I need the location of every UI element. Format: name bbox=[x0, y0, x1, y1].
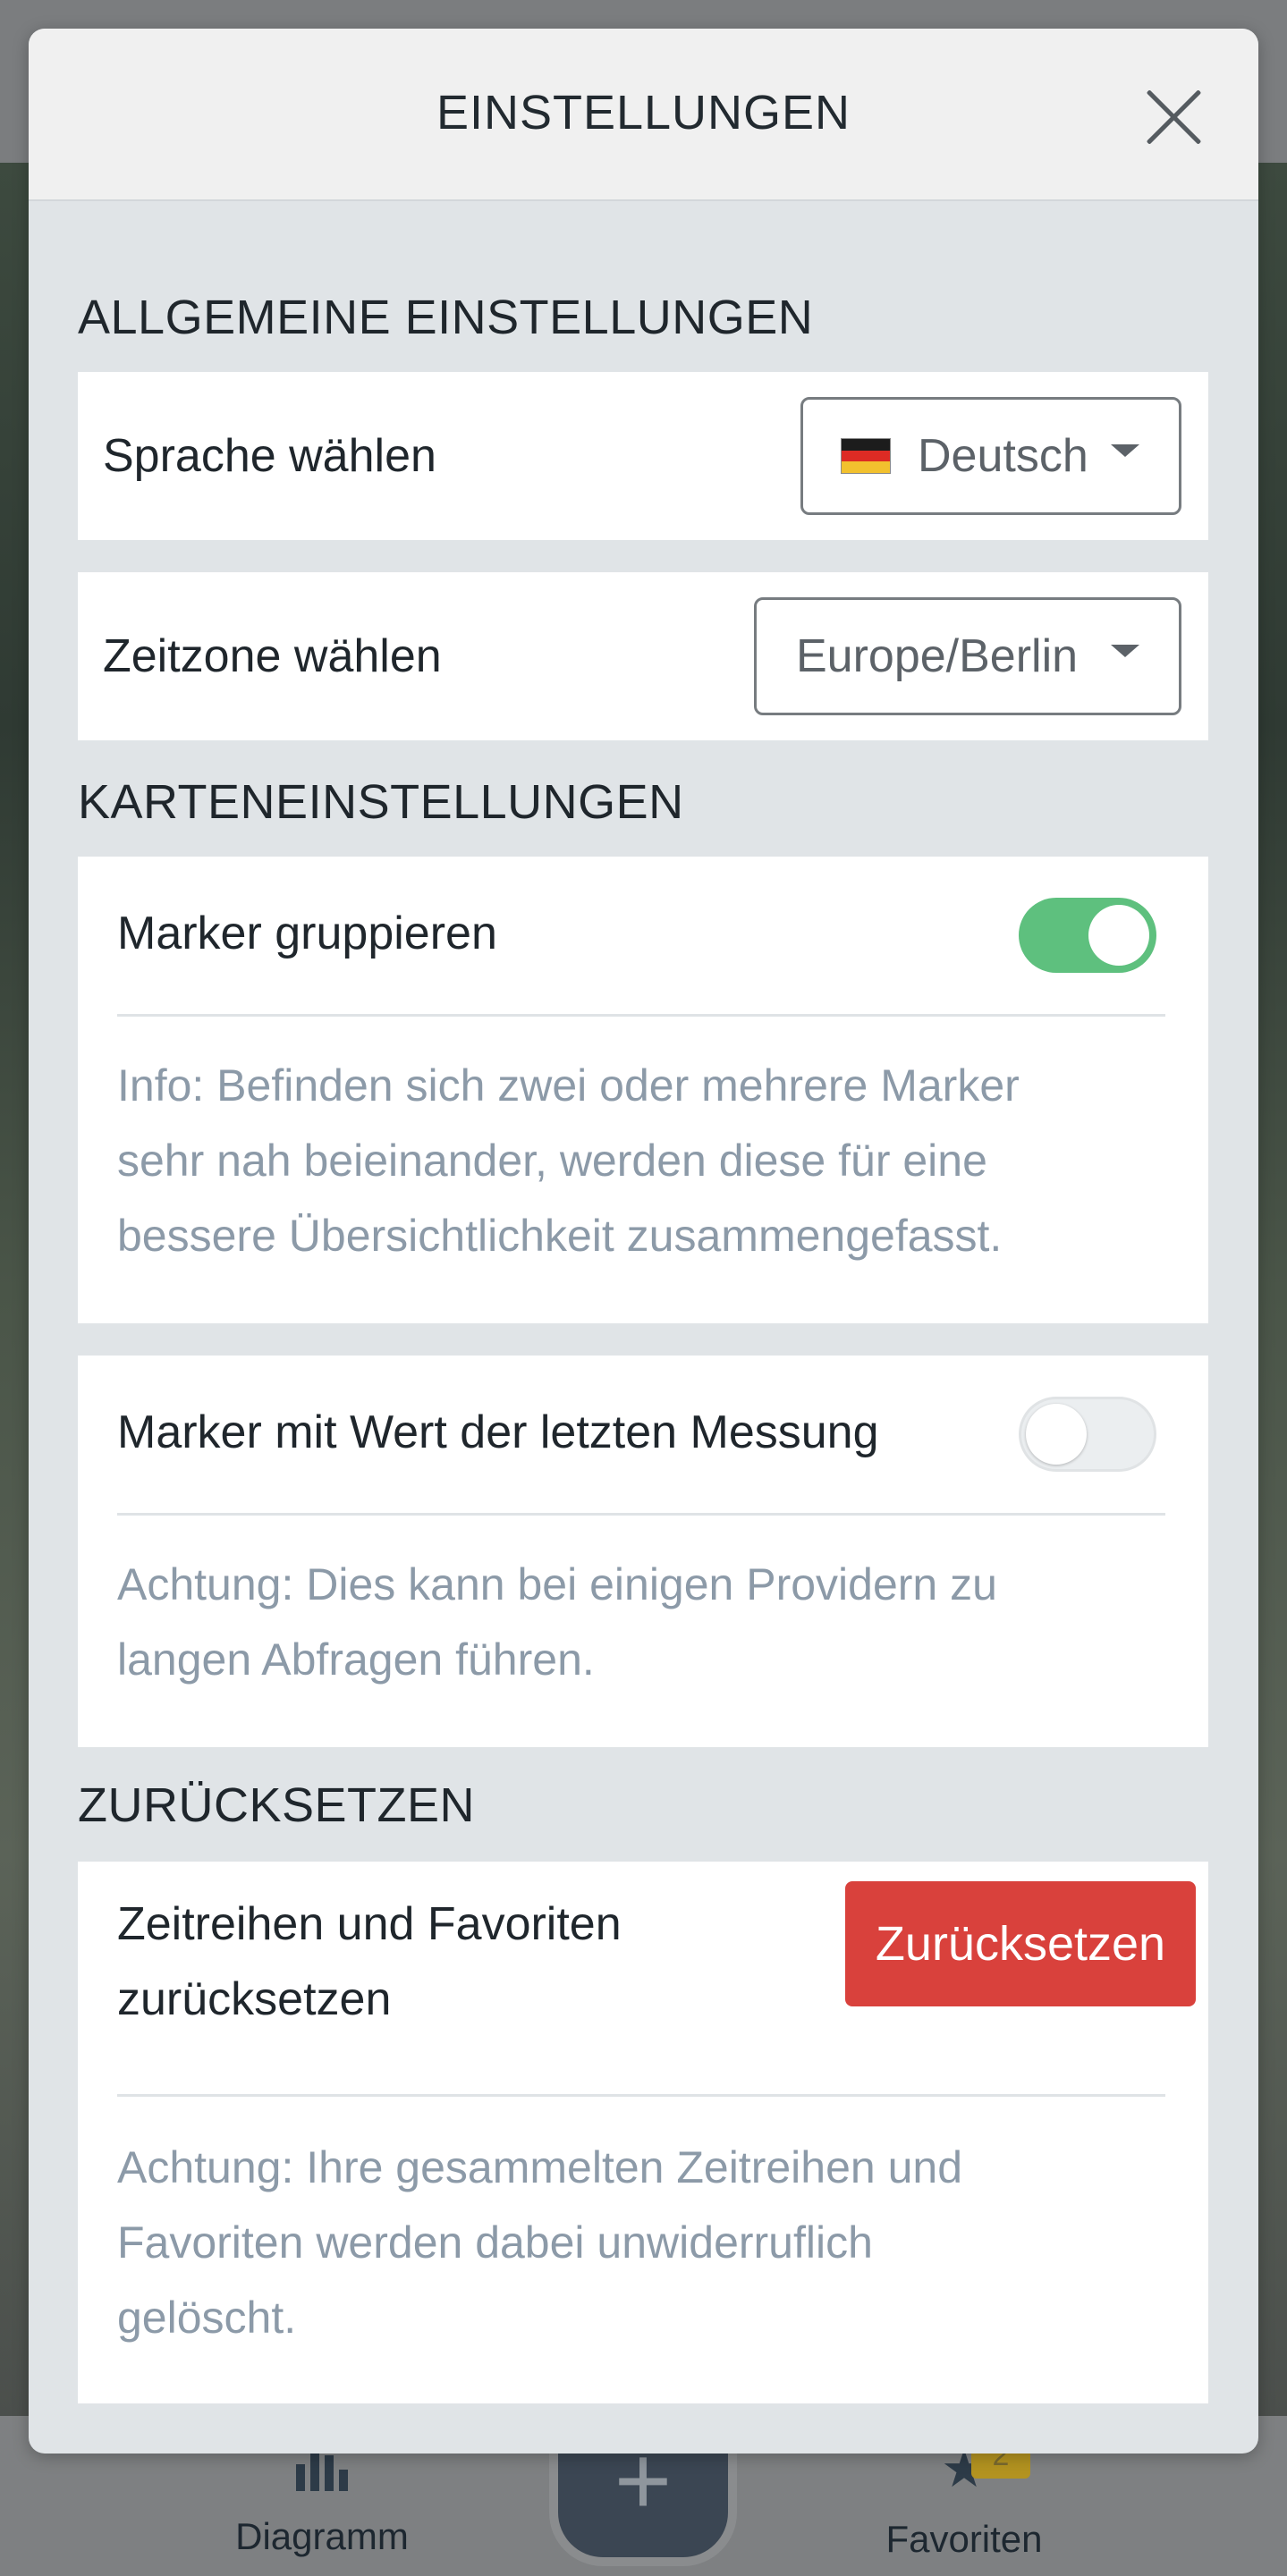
group-markers-card: Marker gruppieren Info: Befinden sich zw… bbox=[78, 857, 1208, 1323]
nav-diagram[interactable]: Diagramm bbox=[188, 2441, 456, 2558]
last-value-markers-label: Marker mit Wert der letzten Messung bbox=[117, 1406, 879, 1458]
modal-header: EINSTELLUNGEN bbox=[29, 29, 1258, 201]
reset-info-line-3: gelöscht. bbox=[117, 2293, 297, 2343]
last-value-markers-info-line-1: Achtung: Dies kann bei einigen Providern… bbox=[117, 1559, 997, 1609]
language-setting-card: Sprache wählen Deutsch bbox=[78, 372, 1208, 540]
group-markers-info-line-3: bessere Übersichtlichkeit zusammengefass… bbox=[117, 1211, 1003, 1261]
reset-info-line-1: Achtung: Ihre gesammelten Zeitreihen und bbox=[117, 2142, 962, 2192]
group-markers-label: Marker gruppieren bbox=[117, 908, 497, 959]
group-markers-toggle[interactable] bbox=[1019, 898, 1156, 973]
last-value-markers-card: Marker mit Wert der letzten Messung Acht… bbox=[78, 1356, 1208, 1747]
language-select[interactable]: Deutsch bbox=[800, 397, 1181, 515]
chevron-down-icon bbox=[1111, 444, 1139, 457]
chevron-down-icon bbox=[1111, 645, 1139, 657]
nav-favorites[interactable]: ★ 2 Favoriten bbox=[830, 2432, 1098, 2561]
timezone-label: Zeitzone wählen bbox=[103, 630, 442, 682]
language-label: Sprache wählen bbox=[103, 430, 436, 482]
divider bbox=[117, 1513, 1165, 1516]
language-select-value: Deutsch bbox=[918, 430, 1088, 482]
settings-modal: EINSTELLUNGEN ALLGEMEINE EINSTELLUNGEN S… bbox=[29, 29, 1258, 2454]
nav-favorites-label: Favoriten bbox=[885, 2518, 1043, 2560]
modal-title: EINSTELLUNGEN bbox=[436, 86, 851, 139]
group-markers-info-line-1: Info: Befinden sich zwei oder mehrere Ma… bbox=[117, 1060, 1020, 1111]
nav-diagram-label: Diagramm bbox=[235, 2515, 409, 2557]
reset-info-line-2: Favoriten werden dabei unwiderruflich bbox=[117, 2217, 873, 2268]
divider bbox=[117, 2094, 1165, 2097]
timezone-select[interactable]: Europe/Berlin bbox=[754, 597, 1181, 715]
last-value-markers-toggle[interactable] bbox=[1019, 1397, 1156, 1472]
group-markers-info-line-2: sehr nah beieinander, werden diese für e… bbox=[117, 1136, 987, 1186]
timezone-setting-card: Zeitzone wählen Europe/Berlin bbox=[78, 572, 1208, 740]
reset-label-line-1: Zeitreihen und Favoriten bbox=[117, 1898, 622, 1950]
reset-card: Zeitreihen und Favoriten zurücksetzen Zu… bbox=[78, 1862, 1208, 2403]
reset-label-line-2: zurücksetzen bbox=[117, 1973, 392, 2025]
divider bbox=[117, 1014, 1165, 1017]
last-value-markers-info-line-2: langen Abfragen führen. bbox=[117, 1634, 595, 1685]
close-icon[interactable] bbox=[1138, 82, 1207, 152]
section-title-reset: ZURÜCKSETZEN bbox=[78, 1778, 476, 1832]
timezone-select-value: Europe/Berlin bbox=[796, 630, 1079, 682]
section-title-general: ALLGEMEINE EINSTELLUNGEN bbox=[78, 291, 814, 344]
reset-button[interactable]: Zurücksetzen bbox=[845, 1881, 1196, 2006]
section-title-map: KARTENEINSTELLUNGEN bbox=[78, 775, 684, 829]
flag-de-icon bbox=[841, 438, 891, 474]
